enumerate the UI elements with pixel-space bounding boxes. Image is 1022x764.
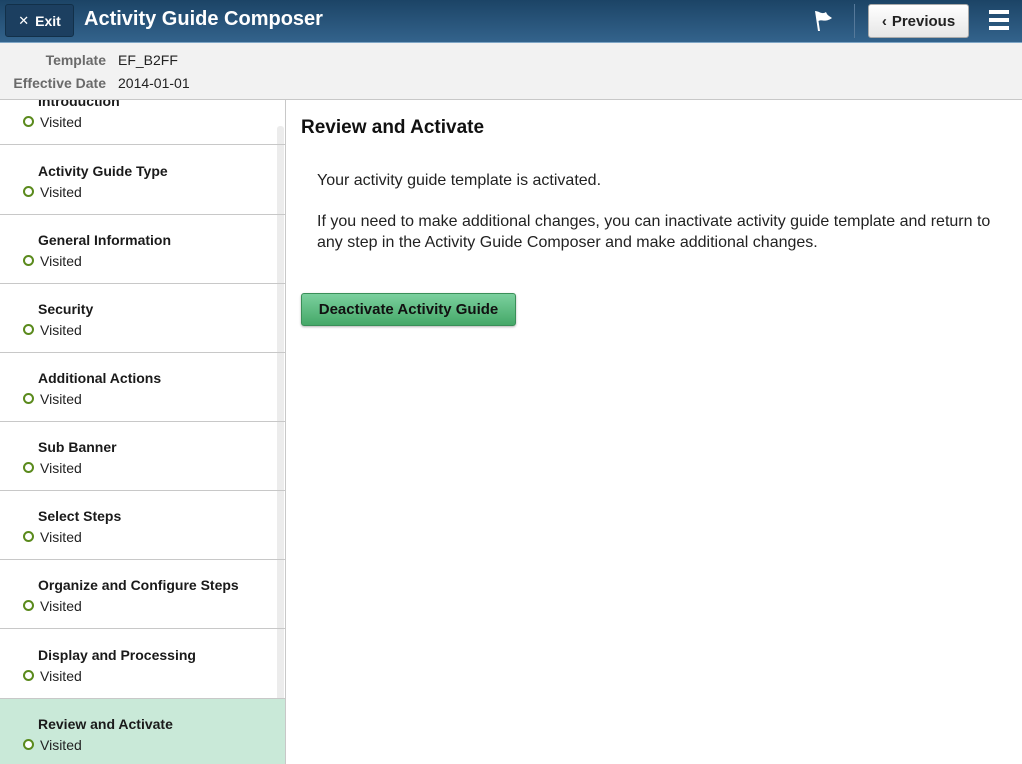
step-status: Visited: [40, 529, 82, 545]
visited-status-icon: [23, 739, 34, 750]
step-title: Review and Activate: [38, 716, 173, 732]
step-item-select-steps[interactable]: Select Steps Visited: [0, 491, 285, 560]
step-item-additional-actions[interactable]: Additional Actions Visited: [0, 353, 285, 422]
step-item-sub-banner[interactable]: Sub Banner Visited: [0, 422, 285, 491]
visited-status-icon: [23, 393, 34, 404]
activation-message: Your activity guide template is activate…: [317, 172, 602, 189]
step-title: Sub Banner: [38, 439, 117, 455]
activation-detail: If you need to make additional changes, …: [317, 213, 991, 251]
chevron-left-icon: ‹: [881, 12, 887, 30]
step-title: Display and Processing: [38, 647, 196, 663]
step-item-review-and-activate[interactable]: Review and Activate Visited: [0, 699, 285, 764]
effective-date-label: Effective Date: [13, 75, 106, 91]
visited-status-icon: [23, 670, 34, 681]
deactivate-button[interactable]: Deactivate Activity Guide: [301, 293, 516, 326]
step-item-activity-guide-type[interactable]: Activity Guide Type Visited: [0, 146, 285, 215]
divider: [854, 4, 855, 38]
previous-button[interactable]: ‹ Previous: [868, 4, 969, 38]
step-title: General Information: [38, 232, 172, 248]
step-item-introduction[interactable]: Introduction Visited: [0, 100, 285, 145]
step-title: Security: [38, 301, 94, 317]
step-status: Visited: [40, 460, 82, 476]
effective-date-value: 2014-01-01: [118, 75, 190, 91]
step-item-display-and-processing[interactable]: Display and Processing Visited: [0, 630, 285, 699]
close-icon: ✕: [18, 12, 30, 28]
main-content: Review and Activate Your activity guide …: [286, 100, 1022, 764]
step-status: Visited: [40, 322, 82, 338]
step-status: Visited: [40, 184, 82, 200]
visited-status-icon: [23, 255, 34, 266]
step-item-security[interactable]: Security Visited: [0, 284, 285, 353]
section-title: Review and Activate: [301, 117, 485, 138]
step-status: Visited: [40, 391, 82, 407]
steps-sidebar: Introduction Visited Activity Guide Type Vi…: [0, 100, 286, 764]
exit-label: Exit: [35, 12, 61, 29]
effective-date-row: Effective Date 2014-01-01: [0, 75, 189, 93]
hamburger-menu-icon[interactable]: [989, 10, 1009, 32]
step-status: Visited: [40, 114, 82, 130]
step-title: Additional Actions: [38, 370, 162, 386]
info-bar: Template EF_B2FF Effective Date 2014-01-…: [0, 43, 1022, 100]
template-label: Template: [45, 52, 106, 68]
app-banner: ✕ Exit Activity Guide Composer ‹ Previou…: [0, 0, 1022, 43]
visited-status-icon: [23, 116, 34, 127]
step-item-general-information[interactable]: General Information Visited: [0, 215, 285, 284]
visited-status-icon: [23, 186, 34, 197]
visited-status-icon: [23, 324, 34, 335]
step-status: Visited: [40, 253, 82, 269]
step-item-organize-and-configure-steps[interactable]: Organize and Configure Steps Visited: [0, 560, 285, 629]
previous-label: Previous: [891, 12, 956, 30]
step-status: Visited: [40, 668, 82, 684]
visited-status-icon: [23, 600, 34, 611]
step-title: Activity Guide Type: [38, 163, 168, 179]
visited-status-icon: [23, 531, 34, 542]
page-title: Activity Guide Composer: [84, 8, 323, 30]
step-status: Visited: [40, 737, 82, 753]
template-value: EF_B2FF: [118, 52, 178, 68]
exit-button[interactable]: ✕ Exit: [5, 4, 74, 37]
visited-status-icon: [23, 462, 34, 473]
step-title: Introduction: [38, 100, 120, 109]
flag-icon[interactable]: [812, 9, 836, 33]
template-row: Template EF_B2FF: [0, 52, 178, 70]
step-title: Select Steps: [38, 508, 122, 524]
step-status: Visited: [40, 598, 82, 614]
step-title: Organize and Configure Steps: [38, 577, 239, 593]
